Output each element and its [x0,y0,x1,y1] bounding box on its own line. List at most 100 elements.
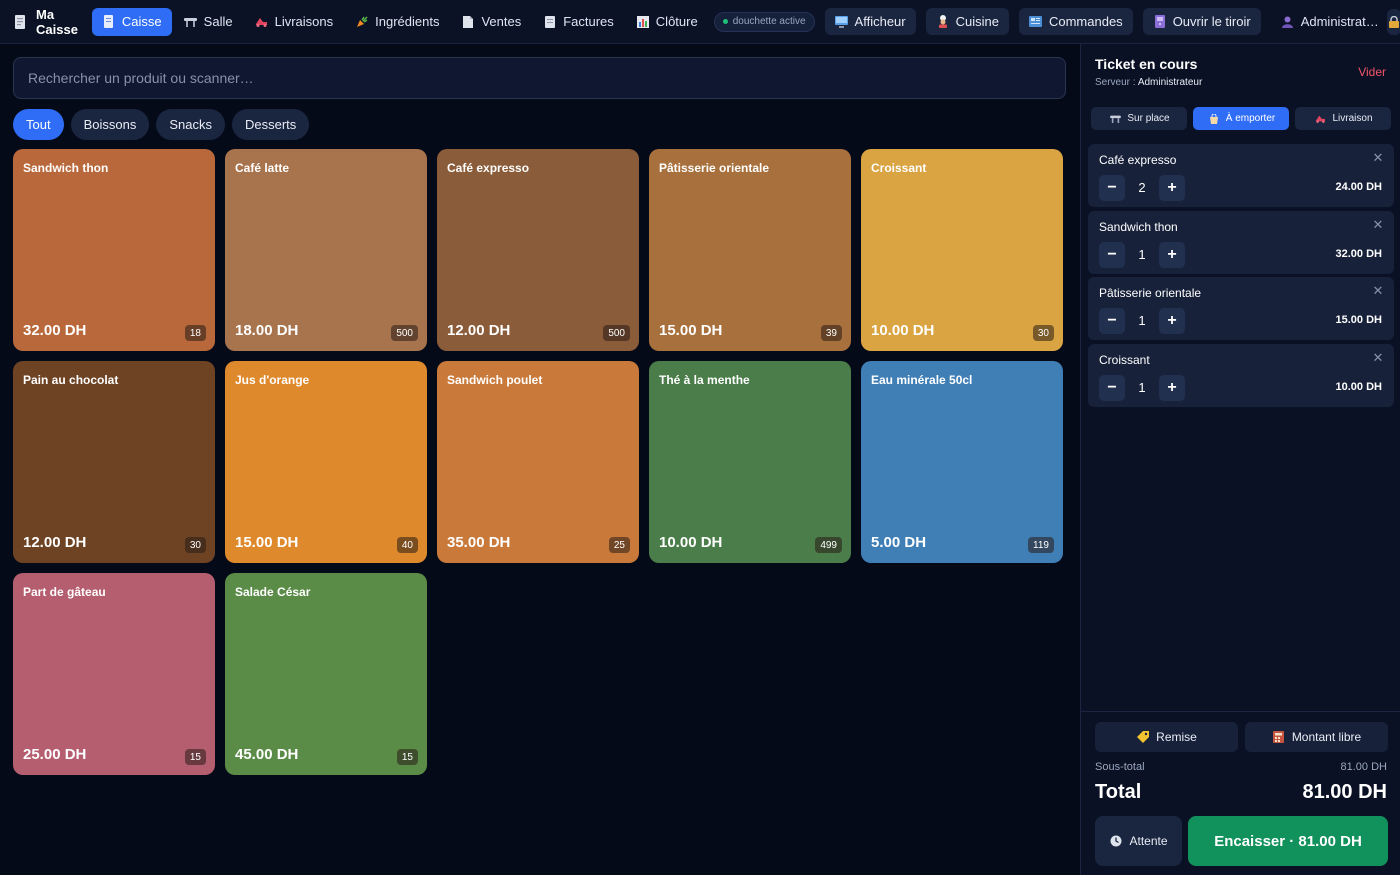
remove-line-icon[interactable]: ✕ [1372,284,1384,297]
subtotal-value: 81.00 DH [1340,761,1387,773]
product-card[interactable]: Café latte 18.00 DH 500 [225,149,427,351]
category-desserts[interactable]: Desserts [231,109,310,140]
nav-livraisons[interactable]: Livraisons [245,8,344,36]
stock-badge: 39 [820,325,842,341]
chef-icon [936,15,950,29]
table-icon [1108,112,1122,126]
carrot-icon [355,15,369,29]
hold-button[interactable]: Attente [1095,816,1182,866]
product-card[interactable]: Croissant 10.00 DH 30 [861,149,1063,351]
product-card[interactable]: Pain au chocolat 12.00 DH 30 [13,361,215,563]
free-amount-label: Montant libre [1291,730,1362,744]
line-product-name: Sandwich thon [1099,220,1178,234]
lock-button[interactable] [1386,8,1400,35]
stock-badge: 500 [603,325,630,341]
line-product-name: Pâtisserie orientale [1099,286,1202,300]
stock-badge: 119 [1028,537,1054,553]
category-snacks[interactable]: Snacks [156,109,225,140]
mode-livraison[interactable]: Livraison [1295,107,1391,130]
orders-icon [1029,15,1043,29]
user-icon [1281,15,1295,29]
decrease-qty-button[interactable]: − [1099,375,1125,401]
product-price: 10.00 DH [659,534,723,551]
category-boissons[interactable]: Boissons [70,109,150,140]
nav-ventes[interactable]: Ventes [451,8,531,36]
increase-qty-button[interactable]: + [1159,308,1185,334]
increase-qty-button[interactable]: + [1159,375,1185,401]
nav-label: Salle [203,14,233,29]
product-card[interactable]: Salade César 45.00 DH 15 [225,573,427,775]
product-name: Sandwich thon [23,161,109,175]
commandes-button[interactable]: Commandes [1018,8,1133,35]
nav-label: Ingrédients [375,14,440,29]
server-name: Administrateur [1137,77,1203,88]
product-price: 12.00 DH [23,534,87,551]
mode-sur-place[interactable]: Sur place [1091,107,1187,130]
bar-chart-icon [636,15,650,29]
register-icon [102,15,116,29]
nav-caisse[interactable]: Caisse [91,7,172,36]
open-drawer-button[interactable]: Ouvrir le tiroir [1142,8,1261,35]
category-tabs: Tout Boissons Snacks Desserts [13,109,310,140]
nav-label: Clôture [655,14,698,29]
discount-button[interactable]: Remise [1095,722,1238,752]
product-price: 15.00 DH [235,534,299,551]
stock-badge: 15 [184,749,206,765]
mode-label: À emporter [1225,113,1276,124]
nav-salle[interactable]: Salle [174,8,243,36]
decrease-qty-button[interactable]: − [1099,175,1125,201]
decrease-qty-button[interactable]: − [1099,242,1125,268]
user-menu[interactable]: Administrat… [1281,14,1379,29]
mode-label: Livraison [1332,113,1373,124]
line-product-name: Café expresso [1099,153,1177,167]
brand[interactable]: Ma Caisse [14,7,80,37]
discount-label: Remise [1156,730,1197,744]
product-name: Part de gâteau [23,585,106,599]
product-card[interactable]: Sandwich thon 32.00 DH 18 [13,149,215,351]
remove-line-icon[interactable]: ✕ [1372,151,1384,164]
category-tout[interactable]: Tout [13,109,64,140]
nav-ingredients[interactable]: Ingrédients [345,8,449,36]
mode-a-emporter[interactable]: À emporter [1193,107,1289,130]
hold-label: Attente [1129,834,1168,848]
nav-cloture[interactable]: Clôture [626,8,708,36]
free-amount-button[interactable]: Montant libre [1245,722,1388,752]
product-grid: Sandwich thon 32.00 DH 18 Café latte 18.00 … [13,149,1063,775]
product-card[interactable]: Pâtisserie orientale 15.00 DH 39 [649,149,851,351]
register-icon [14,14,26,29]
afficheur-label: Afficheur [854,14,906,29]
mode-label: Sur place [1127,113,1170,124]
product-name: Croissant [871,161,927,175]
decrease-qty-button[interactable]: − [1099,308,1125,334]
stock-badge: 18 [184,325,206,341]
checkout-button[interactable]: Encaisser · 81.00 DH [1188,816,1388,866]
increase-qty-button[interactable]: + [1159,175,1185,201]
afficheur-button[interactable]: Afficheur [824,8,916,35]
product-name: Jus d'orange [235,373,310,387]
increase-qty-button[interactable]: + [1159,242,1185,268]
product-card[interactable]: Sandwich poulet 35.00 DH 25 [437,361,639,563]
cuisine-button[interactable]: Cuisine [925,8,1009,35]
order-mode-tabs: Sur place À emporter Livraison [1091,107,1391,130]
line-qty: 2 [1138,180,1146,195]
product-price: 32.00 DH [23,322,87,339]
line-total: 10.00 DH [1335,381,1382,393]
monitor-icon [835,15,849,29]
product-price: 45.00 DH [235,746,299,763]
clear-ticket-button[interactable]: Vider [1358,65,1386,79]
product-card[interactable]: Thé à la menthe 10.00 DH 499 [649,361,851,563]
user-name: Administrat… [1300,14,1379,29]
brand-name: Ma Caisse [36,6,78,37]
ticket-line: Croissant ✕ − 1 + 10.00 DH [1088,344,1394,407]
product-card[interactable]: Eau minérale 50cl 5.00 DH 119 [861,361,1063,563]
nav-factures[interactable]: Factures [533,8,624,36]
remove-line-icon[interactable]: ✕ [1372,218,1384,231]
ticket-line: Café expresso ✕ − 2 + 24.00 DH [1088,144,1394,207]
cuisine-label: Cuisine [955,14,999,29]
product-search-input[interactable]: Rechercher un produit ou scanner… [13,57,1066,99]
product-card[interactable]: Part de gâteau 25.00 DH 15 [13,573,215,775]
product-price: 12.00 DH [447,322,511,339]
product-card[interactable]: Jus d'orange 15.00 DH 40 [225,361,427,563]
remove-line-icon[interactable]: ✕ [1372,351,1384,364]
product-card[interactable]: Café expresso 12.00 DH 500 [437,149,639,351]
